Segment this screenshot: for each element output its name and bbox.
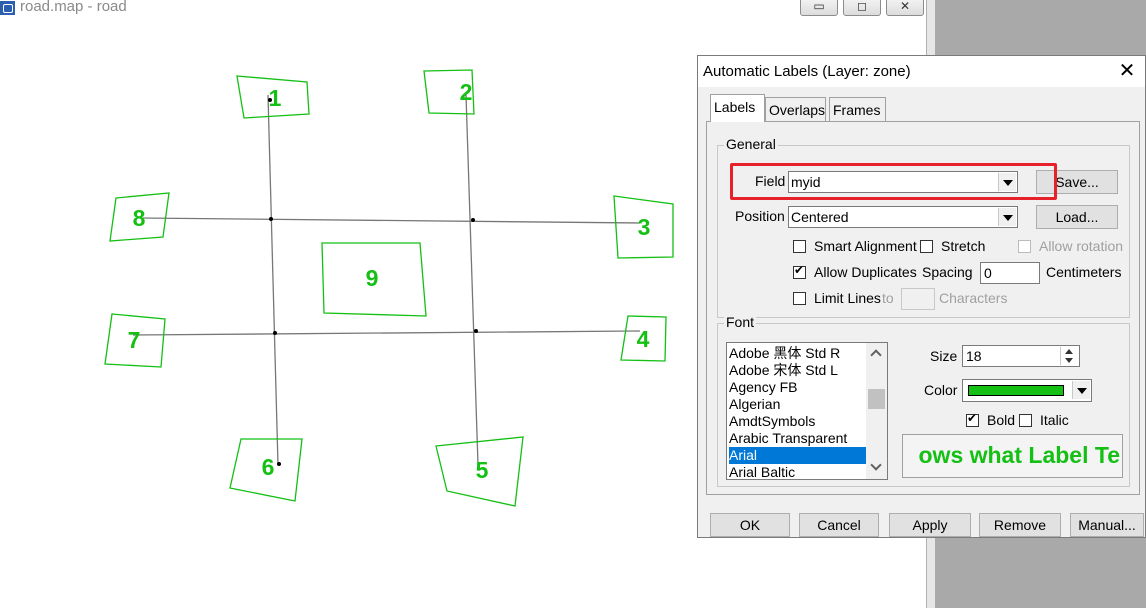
- road-lines: [132, 94, 641, 466]
- load-button[interactable]: Load...: [1036, 205, 1118, 229]
- smart-alignment-label: Smart Alignment: [814, 238, 917, 254]
- tab-labels[interactable]: Labels: [710, 94, 765, 122]
- maximize-icon: ◻: [857, 0, 867, 13]
- zone-label-5: 5: [476, 457, 489, 483]
- font-preview: ows what Label Te: [902, 434, 1123, 478]
- font-list-item[interactable]: Arabic Transparent: [729, 430, 867, 447]
- size-value: 18: [966, 348, 982, 364]
- zone-label-3: 3: [638, 214, 651, 240]
- size-label: Size: [930, 348, 958, 364]
- cancel-button[interactable]: Cancel: [799, 513, 879, 537]
- spacing-label: Spacing: [922, 264, 973, 280]
- color-swatch: [968, 385, 1064, 396]
- zone-label-6: 6: [262, 454, 275, 480]
- italic-label: Italic: [1040, 412, 1069, 428]
- allow-rotation-label: Allow rotation: [1039, 238, 1124, 254]
- road-right: [465, 94, 479, 466]
- zone-label-7: 7: [128, 327, 141, 353]
- font-list-item[interactable]: Adobe 宋体 Std L: [729, 362, 867, 379]
- zone-label-9: 9: [366, 265, 379, 291]
- window-titlebar: road.map - road ▭ ◻ ✕: [0, 0, 928, 20]
- stretch-checkbox[interactable]: [920, 240, 933, 253]
- font-list-item[interactable]: Algerian: [729, 396, 867, 413]
- zone-label-4: 4: [637, 326, 650, 352]
- road-upper: [139, 217, 641, 224]
- font-list-item[interactable]: Adobe 黑体 Std R: [729, 345, 867, 362]
- chevron-down-icon[interactable]: [1072, 381, 1090, 399]
- tab-overlaps[interactable]: Overlaps: [765, 97, 826, 121]
- allow-duplicates-checkbox[interactable]: [793, 263, 806, 279]
- font-list-scrollbar[interactable]: [866, 343, 887, 479]
- maximize-button[interactable]: ◻: [843, 0, 881, 16]
- stretch-label: Stretch: [941, 238, 986, 254]
- automatic-labels-dialog: Automatic Labels (Layer: zone) ✕ Labels …: [697, 55, 1146, 538]
- manual-button[interactable]: Manual...: [1070, 513, 1144, 537]
- font-list-item[interactable]: Arial Baltic: [729, 464, 867, 479]
- zone-label-1: 1: [269, 85, 282, 111]
- window-title: road.map - road: [20, 0, 127, 15]
- chevron-down-icon[interactable]: [998, 208, 1016, 226]
- bold-label: Bold: [987, 412, 1016, 428]
- position-select-value: Centered: [791, 209, 849, 225]
- position-label: Position: [735, 208, 785, 224]
- font-preview-text: ows what Label Te: [918, 442, 1121, 468]
- font-list[interactable]: Adobe 黑体 Std R Adobe 宋体 Std L Agency FB …: [726, 342, 888, 480]
- size-input[interactable]: 18: [962, 345, 1080, 367]
- limit-lines-checkbox[interactable]: [793, 292, 806, 305]
- italic-checkbox[interactable]: [1019, 414, 1032, 427]
- size-spinner-icon[interactable]: [1060, 347, 1078, 365]
- position-select[interactable]: Centered: [788, 206, 1018, 228]
- ok-button[interactable]: OK: [710, 513, 790, 537]
- spacing-unit-label: Centimeters: [1046, 264, 1122, 280]
- scroll-up-icon[interactable]: [866, 343, 887, 363]
- scroll-thumb[interactable]: [868, 389, 885, 409]
- color-select[interactable]: [962, 379, 1092, 402]
- dialog-close-icon[interactable]: ✕: [1115, 59, 1139, 83]
- font-list-item[interactable]: AmdtSymbols: [729, 413, 867, 430]
- apply-button[interactable]: Apply: [889, 513, 971, 537]
- dialog-titlebar: Automatic Labels (Layer: zone) ✕: [698, 56, 1145, 87]
- general-group-title: General: [724, 136, 778, 152]
- road-lower: [132, 330, 641, 336]
- field-highlight-box: [730, 163, 1057, 200]
- spacing-input[interactable]: 0: [980, 262, 1040, 284]
- minimize-button[interactable]: ▭: [800, 0, 838, 16]
- close-window-button[interactable]: ✕: [886, 0, 924, 16]
- road-left: [267, 94, 279, 466]
- remove-button[interactable]: Remove: [979, 513, 1061, 537]
- allow-rotation-checkbox[interactable]: [1018, 240, 1031, 253]
- font-list-item-selected[interactable]: Arial: [729, 447, 867, 464]
- characters-label: Characters: [939, 290, 1008, 306]
- dialog-title: Automatic Labels (Layer: zone): [703, 63, 911, 80]
- allow-duplicates-label: Allow Duplicates: [814, 264, 917, 280]
- color-label: Color: [924, 382, 958, 398]
- close-icon: ✕: [899, 0, 911, 13]
- font-group-title: Font: [724, 314, 757, 330]
- tab-frames[interactable]: Frames: [829, 97, 886, 121]
- bold-checkbox[interactable]: [966, 411, 979, 427]
- scroll-down-icon[interactable]: [866, 457, 887, 477]
- limit-lines-input[interactable]: [901, 288, 935, 310]
- smart-alignment-checkbox[interactable]: [793, 240, 806, 253]
- to-label: to: [882, 290, 894, 306]
- limit-lines-label: Limit Lines: [814, 290, 881, 306]
- zone-label-2: 2: [460, 79, 473, 105]
- zone-label-8: 8: [133, 205, 146, 231]
- zone-polygons: [104, 69, 674, 507]
- font-list-item[interactable]: Agency FB: [729, 379, 867, 396]
- app-icon: [0, 1, 15, 15]
- minimize-icon: ▭: [813, 0, 825, 13]
